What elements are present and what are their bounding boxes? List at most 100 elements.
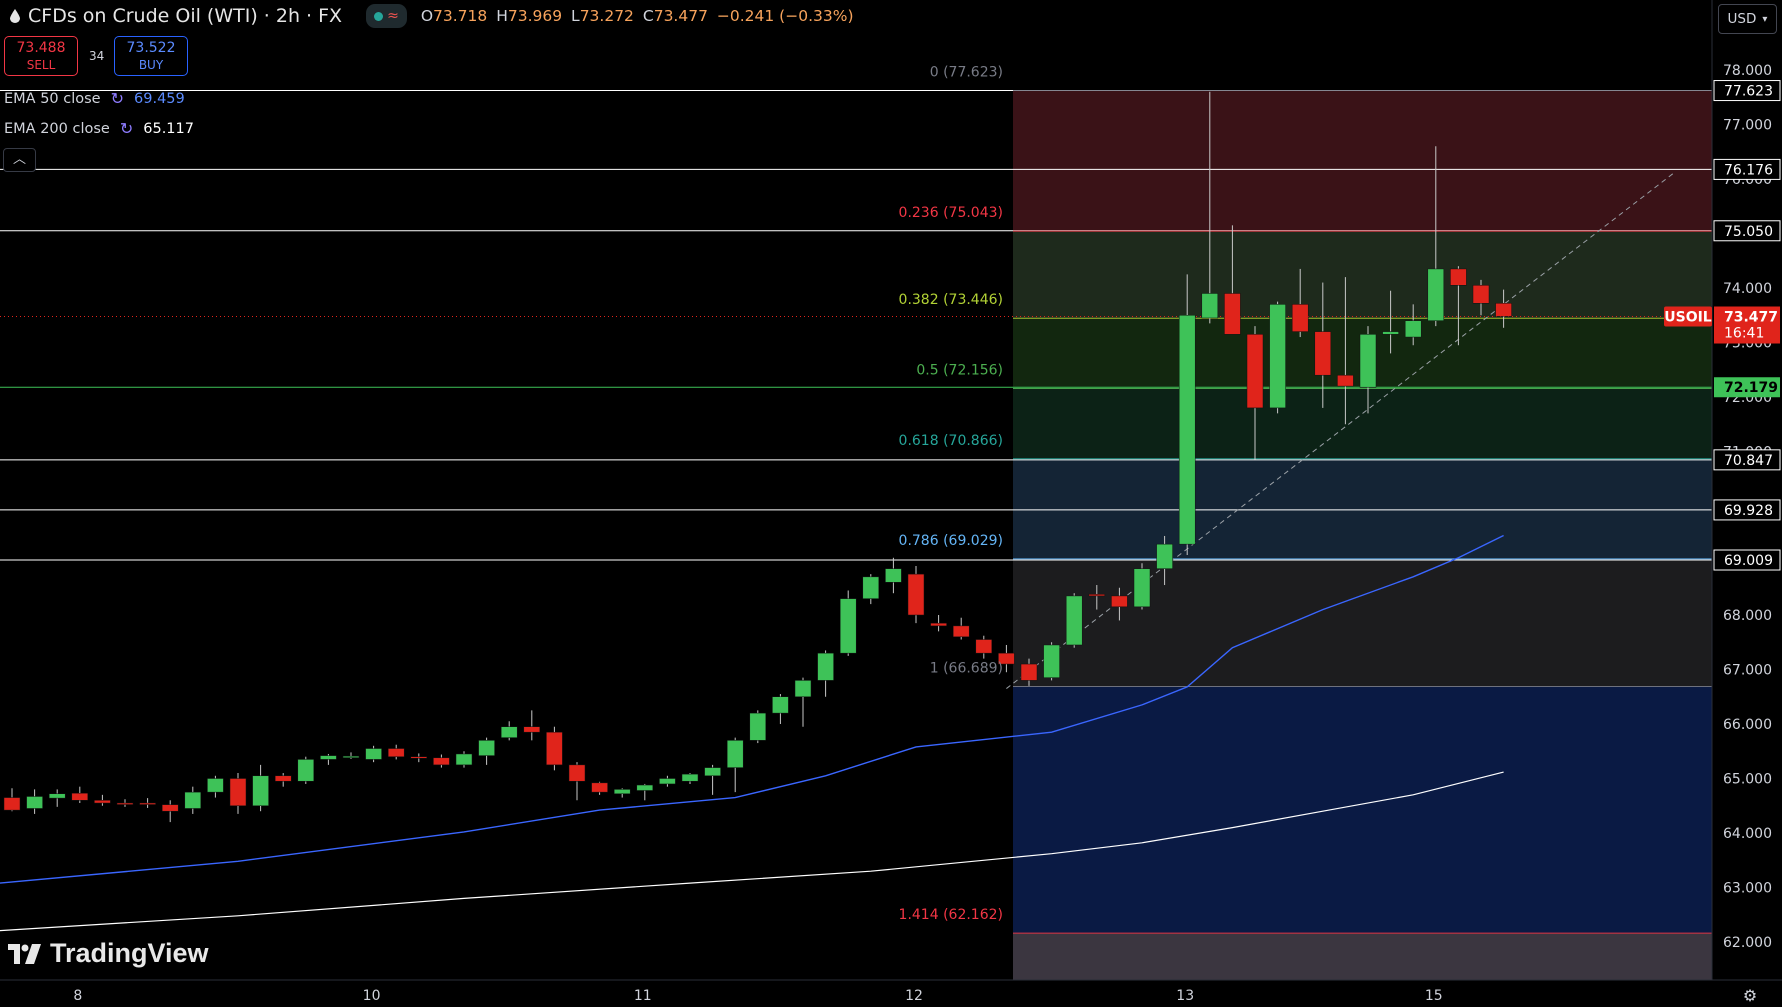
fib-label: 0.786 (69.029) (899, 533, 1003, 549)
candle (975, 635, 993, 659)
candle-body (862, 576, 880, 599)
candle-body (952, 625, 970, 638)
symbol-title[interactable]: CFDs on Crude Oil (WTI) · 2h · FX (28, 5, 342, 27)
x-tick-label: 8 (73, 988, 82, 1004)
candle-body (636, 784, 654, 791)
candle-body (1382, 331, 1399, 335)
candle (591, 781, 608, 795)
candle (613, 788, 631, 798)
droplet-icon (10, 9, 20, 23)
fib-zone (1013, 558, 1712, 687)
buy-label: BUY (138, 58, 164, 72)
x-tick-label: 11 (634, 988, 652, 1004)
candle-body (1404, 320, 1422, 338)
price-line-tag-label: 72.179 (1724, 380, 1778, 396)
y-tick-label: 67.000 (1723, 663, 1772, 679)
y-tick-label: 77.000 (1723, 118, 1772, 134)
candle-body (839, 598, 857, 654)
fib-zone (1013, 90, 1712, 232)
y-tick-label: 63.000 (1723, 881, 1772, 897)
candle-body (1178, 315, 1196, 545)
x-tick-label: 12 (905, 988, 923, 1004)
candle-body (1020, 663, 1038, 681)
candle-body (1201, 293, 1219, 319)
candle-body (71, 792, 89, 801)
candle-body (1495, 303, 1512, 317)
buy-price: 73.522 (126, 40, 176, 56)
candle-body (975, 639, 993, 654)
candle-body (387, 748, 405, 757)
candle (410, 753, 428, 763)
ema50-legend[interactable]: EMA 50 close ↻ 69.459 (4, 89, 185, 108)
fib-zone (1013, 933, 1712, 986)
candle-body (342, 755, 360, 758)
candle-body (116, 802, 134, 805)
tradingview-logo[interactable]: TradingView (8, 938, 209, 969)
candle (478, 737, 495, 765)
candle (342, 752, 360, 759)
candle (772, 694, 789, 724)
candle-body (320, 755, 337, 760)
candle-body (1111, 595, 1128, 608)
sell-label: SELL (26, 58, 56, 72)
price-line-tag-label: 69.009 (1724, 553, 1773, 569)
candle (297, 756, 315, 784)
countdown-label: 16:41 (1724, 326, 1764, 342)
candle-body (365, 748, 382, 760)
candle-body (410, 756, 428, 759)
y-tick-label: 78.000 (1723, 63, 1772, 79)
candle (794, 677, 812, 727)
x-tick-label: 15 (1425, 988, 1443, 1004)
candle (455, 751, 473, 768)
price-chart[interactable]: 0 (77.623) 0.236 (75.043) 0.382 (73.446) 0.… (0, 0, 1782, 1007)
candle (1043, 642, 1060, 681)
currency-select[interactable]: USD ▾ (1718, 4, 1777, 34)
candle (817, 650, 834, 697)
fib-labels: 0 (77.623) 0.236 (75.043) 0.382 (73.446) 0.… (899, 65, 1003, 924)
candle-body (817, 652, 834, 681)
candle-body (523, 726, 541, 733)
candle-body (704, 767, 721, 777)
candle-body (772, 696, 789, 714)
sell-button[interactable]: 73.488 SELL (4, 36, 78, 76)
price-line-tag-label: 70.847 (1724, 453, 1773, 469)
fib-label: 0.5 (72.156) (916, 362, 1003, 378)
settings-gear-icon[interactable]: ⚙ (1740, 986, 1760, 1006)
spread-value: 34 (89, 49, 105, 63)
collapse-legend-button[interactable]: ︿ (3, 148, 36, 172)
chart-header: CFDs on Crude Oil (WTI) · 2h · FX ≈ O73.… (0, 0, 858, 32)
candle (907, 565, 925, 624)
ema200-legend[interactable]: EMA 200 close ↻ 65.117 (4, 119, 194, 138)
candle (681, 773, 699, 784)
candle (726, 737, 744, 793)
y-tick-label: 62.000 (1723, 935, 1772, 951)
candle-body (297, 759, 315, 782)
candle-body (274, 775, 292, 782)
candle-body (433, 757, 450, 766)
candle-body (749, 712, 767, 741)
candle (320, 753, 337, 765)
chevron-down-icon: ▾ (1762, 13, 1768, 25)
market-status-pill[interactable]: ≈ (366, 4, 407, 28)
loading-icon: ↻ (119, 119, 134, 138)
candle-body (94, 800, 111, 804)
candle-body (907, 573, 925, 616)
price-line-tag-label: 69.928 (1724, 503, 1773, 519)
fib-label: 0 (77.623) (930, 65, 1003, 81)
candle (26, 789, 43, 814)
candle-body (659, 778, 676, 785)
buy-button[interactable]: 73.522 BUY (114, 36, 188, 76)
candle (659, 775, 676, 787)
candle (229, 773, 247, 814)
symbol-tag-label: USOIL (1664, 310, 1712, 326)
candle-body (1269, 304, 1286, 409)
fib-label: 1.414 (62.162) (899, 907, 1003, 923)
candle-body (184, 791, 202, 809)
candle-body (139, 802, 156, 805)
candle (274, 773, 292, 787)
y-tick-label: 65.000 (1723, 772, 1772, 788)
fib-label: 1 (66.689) (930, 660, 1003, 676)
sell-price: 73.488 (16, 40, 66, 56)
candle-body (591, 782, 608, 793)
candle-body (568, 764, 586, 782)
